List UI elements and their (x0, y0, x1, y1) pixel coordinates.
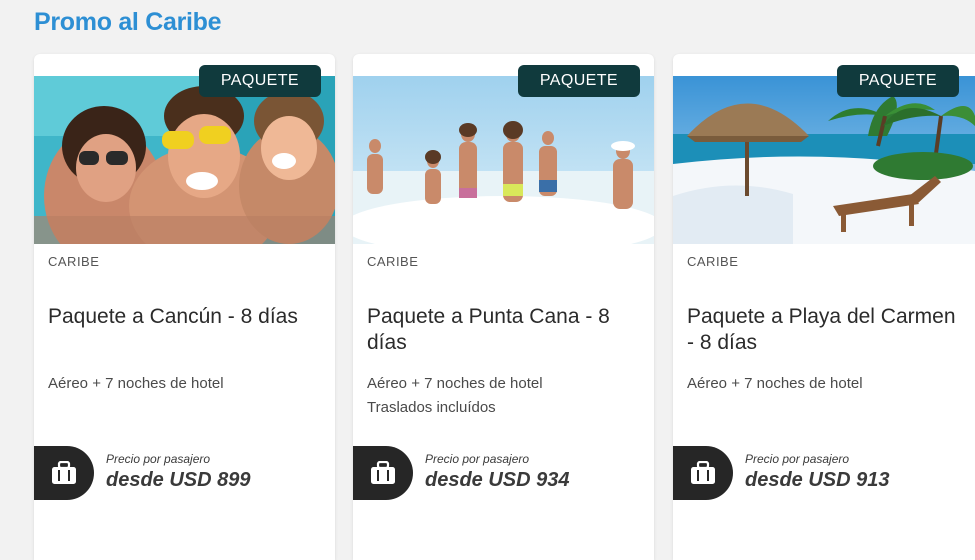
suitcase-icon (52, 461, 76, 484)
price-label: Precio por pasajero (425, 452, 530, 466)
price-value: desde USD 934 (425, 469, 570, 491)
feature-line: Aéreo + 7 noches de hotel (367, 375, 543, 392)
feature-line: Traslados incluídos (367, 399, 496, 416)
package-badge: PAQUETE (198, 65, 321, 97)
section-title: Promo al Caribe (34, 8, 222, 36)
card-features: Aéreo + 7 noches de hotel (687, 372, 863, 396)
card-title[interactable]: Paquete a Punta Cana - 8 días (367, 304, 642, 356)
card-image-friends-selfie[interactable] (34, 76, 335, 244)
price-tab (34, 446, 94, 500)
package-badge: PAQUETE (836, 65, 959, 97)
suitcase-icon (691, 461, 715, 484)
price-tab (673, 446, 733, 500)
price-tab (353, 446, 413, 500)
card-region: CARIBE (687, 254, 739, 269)
card-image-people-running-sea[interactable] (353, 76, 654, 244)
package-card-cancun[interactable]: PAQUETE CARIBE Paquete a Cancún - 8 días (34, 54, 335, 560)
package-card-punta-cana[interactable]: PAQUETE CARIBE Paquete a Punta Cana - 8 … (353, 54, 654, 560)
card-features: Aéreo + 7 noches de hotel (48, 372, 224, 396)
card-features: Aéreo + 7 noches de hotel Traslados incl… (367, 372, 543, 420)
package-badge: PAQUETE (517, 65, 640, 97)
suitcase-icon (371, 461, 395, 484)
card-title[interactable]: Paquete a Playa del Carmen - 8 días (687, 304, 962, 356)
card-region: CARIBE (48, 254, 100, 269)
price-label: Precio por pasajero (106, 452, 211, 466)
card-region: CARIBE (367, 254, 419, 269)
card-image-beach-umbrella[interactable] (673, 76, 975, 244)
feature-line: Aéreo + 7 noches de hotel (687, 375, 863, 392)
price-label: Precio por pasajero (745, 452, 850, 466)
price-value: desde USD 899 (106, 469, 251, 491)
card-title[interactable]: Paquete a Cancún - 8 días (48, 304, 323, 330)
feature-line: Aéreo + 7 noches de hotel (48, 375, 224, 392)
price-value: desde USD 913 (745, 469, 890, 491)
package-card-playa-del-carmen[interactable]: PAQUETE CARIBE Paquete a Playa del Carme… (673, 54, 975, 560)
